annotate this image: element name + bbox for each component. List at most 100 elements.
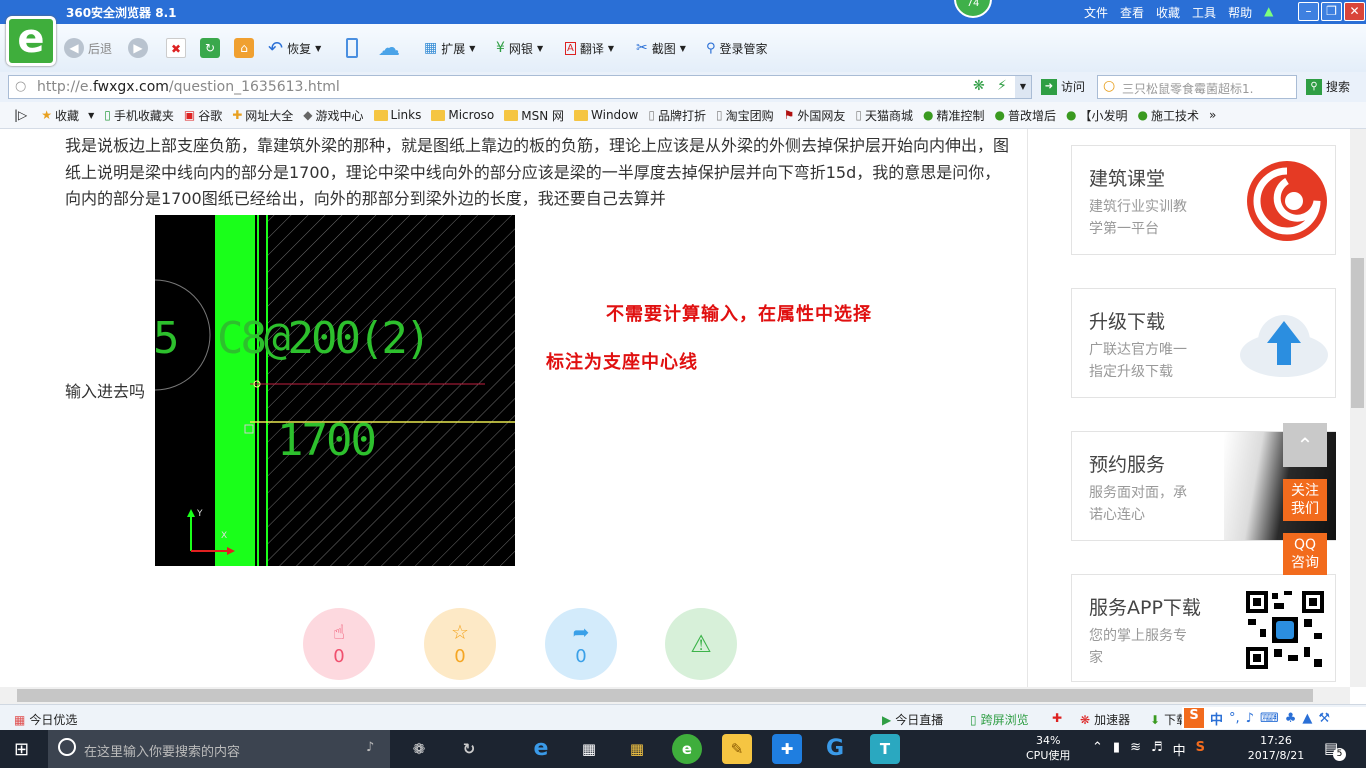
url-dropdown-icon[interactable]: ▼	[1015, 76, 1031, 98]
taskbar-search-input[interactable]: 在这里输入你要搜索的内容 ♪	[48, 730, 390, 768]
bookmark-mobile[interactable]: ▯ 手机收藏夹	[104, 107, 174, 124]
cad-app-icon[interactable]: T	[870, 734, 900, 764]
card-app-download[interactable]: 服务APP下载 您的掌上服务专家	[1071, 574, 1336, 682]
menu-help[interactable]: 帮助	[1228, 4, 1252, 21]
screenshot-button[interactable]: ✂ 截图 ▼	[636, 36, 686, 60]
bookmark-microsoft[interactable]: Microso	[431, 108, 494, 122]
share-button[interactable]: ➦ 0	[545, 608, 617, 680]
search-button[interactable]: ⚲ 搜索	[1306, 78, 1350, 95]
windows-start-icon[interactable]: ⊞	[14, 739, 29, 760]
chevron-down-icon: ▼	[315, 43, 322, 53]
horizontal-scrollbar-thumb[interactable]	[17, 689, 1313, 702]
extensions-button[interactable]: ▦ 扩展 ▼	[424, 36, 475, 60]
ime-indicator[interactable]: 中	[1173, 740, 1186, 759]
bookmark-url-hub[interactable]: ✚ 网址大全	[232, 107, 293, 124]
store-icon[interactable]: ▦	[574, 734, 604, 764]
bookmark-games[interactable]: ◆ 游戏中心	[303, 107, 363, 124]
sidebar-toggle-icon[interactable]: |▷	[14, 108, 27, 122]
bookmark-precise[interactable]: ● 精准控制	[923, 107, 985, 124]
bookmark-brand-sale[interactable]: ▯ 品牌打折	[648, 107, 706, 124]
chevron-up-icon[interactable]: ⌃	[1092, 740, 1103, 759]
battery-icon[interactable]: ▮	[1113, 740, 1120, 759]
bookmark-favorites[interactable]: ★ 收藏 ▼	[41, 107, 94, 124]
qq-consult-button[interactable]: QQ 咨询	[1283, 533, 1327, 575]
volume-icon[interactable]: ♬	[1151, 740, 1163, 759]
notification-badge[interactable]: 74	[954, 0, 992, 18]
page-icon: ▯	[648, 108, 655, 122]
vertical-scrollbar-thumb[interactable]	[1351, 258, 1364, 408]
task-view-icon[interactable]: ❁	[404, 734, 434, 764]
explorer-icon[interactable]: ▦	[622, 734, 652, 764]
browser-task-icon[interactable]: ↻	[454, 734, 484, 764]
login-manager-button[interactable]: ⚲ 登录管家	[706, 36, 768, 60]
bookmark-msn[interactable]: MSN 网	[504, 107, 564, 124]
bookmark-invention[interactable]: ● 【小发明	[1066, 107, 1128, 124]
restore-button[interactable]: ↶ 恢复 ▼	[268, 36, 321, 60]
home-button[interactable]: ⌂	[234, 36, 254, 60]
like-button[interactable]: ☝ 0	[303, 608, 375, 680]
status-bar: ▦ 今日优选 ▶ 今日直播 ▯ 跨屏浏览 ✚ ❋ 加速器 ⬇ 下载 S 中 °, ♪ ⌨ …	[0, 704, 1366, 730]
cpu-monitor[interactable]: 34% CPU使用	[1026, 733, 1070, 763]
bookmark-windows[interactable]: Window	[574, 108, 638, 122]
microphone-icon[interactable]: ♪	[366, 740, 374, 755]
menu-tools[interactable]: 工具	[1192, 4, 1216, 21]
medical-icon[interactable]: ✚	[1052, 711, 1062, 725]
bookmark-taobao[interactable]: ▯ 淘宝团购	[716, 107, 774, 124]
speedup-icon[interactable]: ❋	[973, 78, 985, 94]
maximize-button[interactable]: ❐	[1321, 2, 1342, 21]
edge-icon[interactable]: e	[526, 734, 556, 764]
report-button[interactable]: ⚠	[665, 608, 737, 680]
page-icon: ○	[15, 79, 27, 94]
follow-us-button[interactable]: 关注 我们	[1283, 479, 1327, 521]
minimize-button[interactable]: –	[1298, 2, 1319, 21]
wifi-icon[interactable]: ≋	[1130, 740, 1141, 759]
g-app-icon[interactable]: G	[820, 734, 850, 764]
shirt-icon[interactable]: ▲	[1264, 4, 1273, 21]
favorite-button[interactable]: ☆ 0	[424, 608, 496, 680]
url-field[interactable]: ○ http://e.fwxgx.com/question_1635613.ht…	[8, 75, 1032, 99]
bookmark-construction[interactable]: ● 施工技术	[1138, 107, 1200, 124]
cross-screen-link[interactable]: ▯ 跨屏浏览	[970, 711, 1029, 728]
bookmark-links[interactable]: Links	[373, 108, 421, 122]
notes-icon[interactable]: ✎	[722, 734, 752, 764]
menu-view[interactable]: 查看	[1120, 4, 1144, 21]
back-to-top-button[interactable]: ⌃	[1283, 423, 1327, 467]
go-button[interactable]: ➜ 访问	[1041, 78, 1085, 95]
card-upgrade-download[interactable]: 升级下载 广联达官方唯一 指定升级下载	[1071, 288, 1336, 398]
notifications-icon[interactable]: ▤ 5	[1324, 739, 1346, 761]
mobile-button[interactable]	[346, 36, 358, 60]
browser-logo[interactable]: e	[6, 16, 56, 66]
bank-button[interactable]: ¥ 网银 ▼	[496, 36, 543, 60]
menu-favorites[interactable]: 收藏	[1156, 4, 1180, 21]
vertical-scrollbar[interactable]	[1350, 129, 1366, 687]
chat-icon: ●	[994, 108, 1005, 122]
taskbar: ⊞ 在这里输入你要搜索的内容 ♪ ❁ ↻ e ▦ ▦ e ✎ ✚ G T 34%…	[0, 730, 1366, 768]
more-bookmarks-icon[interactable]: »	[1209, 108, 1216, 122]
clock[interactable]: 17:26 2017/8/21	[1244, 733, 1308, 763]
translate-button[interactable]: A 翻译 ▼	[565, 36, 614, 60]
bookmark-vat[interactable]: ● 普改增后	[995, 107, 1057, 124]
back-button[interactable]: ◀ 后退	[64, 36, 112, 60]
360-browser-icon[interactable]: e	[672, 734, 702, 764]
cad-y-axis-label: Y	[197, 509, 203, 519]
lightning-icon[interactable]: ⚡	[997, 78, 1007, 94]
card-building-class[interactable]: 建筑课堂 建筑行业实训教 学第一平台	[1071, 145, 1336, 255]
cloud-button[interactable]: ☁	[378, 36, 400, 61]
glodon-icon[interactable]: ✚	[772, 734, 802, 764]
bookmark-foreign[interactable]: ⚑ 外国网友	[784, 107, 846, 124]
star-icon: ☆	[451, 620, 469, 644]
ime-toolbar[interactable]: S 中 °, ♪ ⌨ ♣ ▲ ⚒	[1182, 707, 1366, 729]
stop-button[interactable]: ✖	[166, 36, 186, 60]
refresh-button[interactable]: ↻	[200, 36, 220, 60]
today-picks-link[interactable]: ▦ 今日优选	[14, 711, 77, 728]
sogou-tray-icon[interactable]: S	[1196, 740, 1205, 759]
today-live-link[interactable]: ▶ 今日直播	[882, 711, 943, 728]
bookmark-google[interactable]: ▣ 谷歌	[184, 107, 222, 124]
search-input[interactable]: ○ 三只松鼠零食霉菌超标1.	[1097, 75, 1297, 99]
menu-file[interactable]: 文件	[1084, 4, 1108, 21]
close-button[interactable]: ✕	[1344, 2, 1365, 21]
qr-code-icon	[1244, 589, 1326, 671]
accelerator-link[interactable]: ❋ 加速器	[1080, 711, 1130, 728]
bookmark-tmall[interactable]: ▯ 天猫商城	[855, 107, 913, 124]
forward-button[interactable]: ▶	[128, 36, 148, 60]
